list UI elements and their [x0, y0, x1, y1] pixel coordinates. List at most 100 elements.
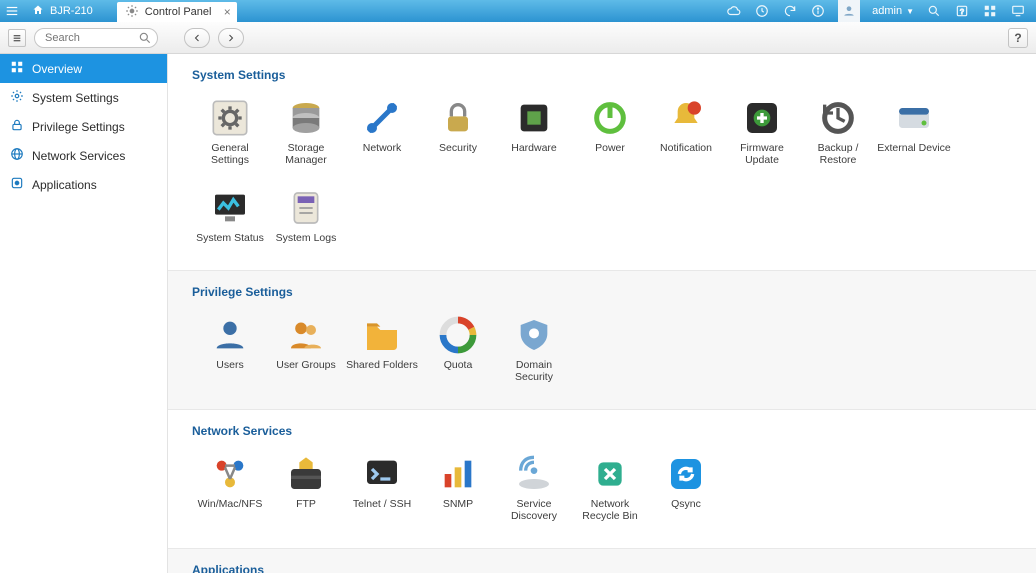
item-ftp[interactable]: FTP: [268, 454, 344, 522]
section-network-services: Network ServicesWin/Mac/NFSFTPTelnet / S…: [168, 409, 1036, 548]
item-label: General Settings: [192, 142, 268, 166]
info-icon[interactable]: [810, 3, 826, 19]
forward-button[interactable]: [218, 28, 244, 48]
section-grid: Win/Mac/NFSFTPTelnet / SSHSNMPService Di…: [192, 450, 1012, 530]
tab-label: Control Panel: [145, 6, 212, 18]
users-icon: [286, 315, 326, 355]
sidebar-item-applications[interactable]: Applications: [0, 170, 167, 199]
item-label: Firmware Update: [724, 142, 800, 166]
item-snmp[interactable]: SNMP: [420, 454, 496, 522]
username-label: admin: [872, 5, 902, 17]
top-bar: BJR-210 Control Panel × admin ▼ ?: [0, 0, 1036, 22]
cloud-icon[interactable]: [726, 3, 742, 19]
sidebar-item-overview[interactable]: Overview: [0, 54, 167, 83]
item-notification[interactable]: Notification: [648, 98, 724, 166]
item-quota[interactable]: Quota: [420, 315, 496, 383]
item-network-recycle-bin[interactable]: Network Recycle Bin: [572, 454, 648, 522]
sidebar-item-network-services[interactable]: Network Services: [0, 141, 167, 170]
item-label: Telnet / SSH: [344, 498, 420, 510]
item-power[interactable]: Power: [572, 98, 648, 166]
user-menu[interactable]: admin ▼: [872, 5, 914, 17]
lock-icon: [438, 98, 478, 138]
dashboard-icon[interactable]: [982, 3, 998, 19]
home-tab[interactable]: BJR-210: [24, 4, 105, 19]
recycle-icon: [590, 454, 630, 494]
item-label: Power: [572, 142, 648, 154]
item-label: User Groups: [268, 359, 344, 371]
chevron-down-icon: ▼: [906, 7, 914, 16]
item-general-settings[interactable]: General Settings: [192, 98, 268, 166]
item-qsync[interactable]: Qsync: [648, 454, 724, 522]
search-top-icon[interactable]: [926, 3, 942, 19]
help-top-icon[interactable]: ?: [954, 3, 970, 19]
item-label: Backup / Restore: [800, 142, 876, 166]
sidebar-item-label: Overview: [32, 62, 82, 76]
item-hardware[interactable]: Hardware: [496, 98, 572, 166]
item-shared-folders[interactable]: Shared Folders: [344, 315, 420, 383]
menu-icon[interactable]: [0, 0, 24, 22]
clock-icon[interactable]: [754, 3, 770, 19]
section-title: Applications: [192, 563, 1012, 573]
restore-icon: [818, 98, 858, 138]
item-users[interactable]: Users: [192, 315, 268, 383]
fw-icon: [742, 98, 782, 138]
shield-icon: [514, 315, 554, 355]
item-label: External Device: [876, 142, 952, 154]
item-domain-security[interactable]: Domain Security: [496, 315, 572, 383]
main: Overview System Settings Privilege Setting…: [0, 54, 1036, 573]
item-system-logs[interactable]: System Logs: [268, 188, 344, 244]
item-label: FTP: [268, 498, 344, 510]
item-label: Security: [420, 142, 496, 154]
monitor-icon[interactable]: [1010, 3, 1026, 19]
back-button[interactable]: [184, 28, 210, 48]
gear-icon: [10, 89, 24, 106]
section-system-settings: System SettingsGeneral SettingsStorage M…: [168, 54, 1036, 270]
sidebar-item-system-settings[interactable]: System Settings: [0, 83, 167, 112]
item-win-mac-nfs[interactable]: Win/Mac/NFS: [192, 454, 268, 522]
item-telnet-ssh[interactable]: Telnet / SSH: [344, 454, 420, 522]
avatar[interactable]: [838, 0, 860, 22]
item-security[interactable]: Security: [420, 98, 496, 166]
item-system-status[interactable]: System Status: [192, 188, 268, 244]
top-right-controls: admin ▼ ?: [726, 0, 1036, 22]
term-icon: [362, 454, 402, 494]
sidebar-item-label: System Settings: [32, 91, 119, 105]
refresh-icon[interactable]: [782, 3, 798, 19]
share-icon: [210, 454, 250, 494]
item-label: SNMP: [420, 498, 496, 510]
content: System SettingsGeneral SettingsStorage M…: [168, 54, 1036, 573]
item-network[interactable]: Network: [344, 98, 420, 166]
item-label: System Logs: [268, 232, 344, 244]
section-privilege-settings: Privilege Settings UsersUser GroupsShared…: [168, 270, 1036, 409]
item-service-discovery[interactable]: Service Discovery: [496, 454, 572, 522]
folder-icon: [362, 315, 402, 355]
drives-icon: [286, 98, 326, 138]
item-label: System Status: [192, 232, 268, 244]
grid-icon: [10, 60, 24, 77]
item-user-groups[interactable]: User Groups: [268, 315, 344, 383]
sidebar-item-label: Privilege Settings: [32, 120, 125, 134]
globe-icon: [10, 147, 24, 164]
item-backup-restore[interactable]: Backup / Restore: [800, 98, 876, 166]
section-title: Privilege Settings: [192, 285, 1012, 299]
sync-icon: [666, 454, 706, 494]
radar-icon: [514, 454, 554, 494]
sidebar-item-privilege-settings[interactable]: Privilege Settings: [0, 112, 167, 141]
log-icon: [286, 188, 326, 228]
tab-control-panel[interactable]: Control Panel ×: [117, 2, 237, 22]
app-icon: [10, 176, 24, 193]
item-label: Shared Folders: [344, 359, 420, 371]
bars-icon: [438, 454, 478, 494]
item-label: Network: [344, 142, 420, 154]
help-button[interactable]: ?: [1008, 28, 1028, 48]
item-storage-manager[interactable]: Storage Manager: [268, 98, 344, 166]
tab-close-icon[interactable]: ×: [224, 5, 231, 19]
section-grid: UsersUser GroupsShared FoldersQuotaDomai…: [192, 311, 1012, 391]
power-icon: [590, 98, 630, 138]
item-label: Qsync: [648, 498, 724, 510]
item-external-device[interactable]: External Device: [876, 98, 952, 166]
panel-menu-button[interactable]: [8, 29, 26, 47]
item-label: Hardware: [496, 142, 572, 154]
item-label: Network Recycle Bin: [572, 498, 648, 522]
item-firmware-update[interactable]: Firmware Update: [724, 98, 800, 166]
